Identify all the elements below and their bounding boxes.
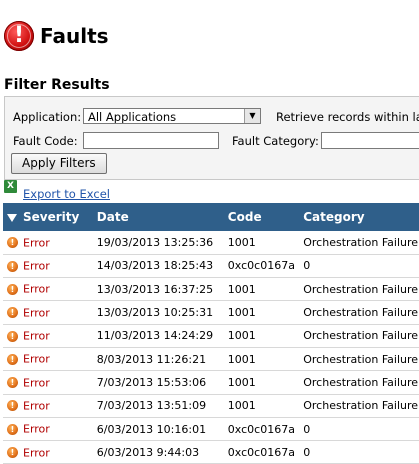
error-icon: ! xyxy=(7,447,18,459)
date-cell: 13/03/2013 16:37:25 xyxy=(96,282,214,296)
table-row[interactable]: ! Error 7/03/2013 13:51:09 1001 Orchestratio… xyxy=(3,394,419,418)
code-cell: 1001 xyxy=(227,352,256,366)
error-icon: ! xyxy=(7,423,18,435)
faults-table: Severity Date Code Category ! Error 19/03/… xyxy=(3,203,419,464)
table-row[interactable]: ! Error 7/03/2013 15:53:06 1001 Orchestratio… xyxy=(3,371,419,395)
fault-category-input[interactable] xyxy=(321,132,419,149)
category-cell: 0 xyxy=(303,259,311,273)
export-to-excel-link[interactable]: Export to Excel xyxy=(23,187,110,201)
chevron-down-icon[interactable]: ▼ xyxy=(244,109,260,123)
severity-text: Error xyxy=(23,399,50,413)
severity-cell: ! Error xyxy=(3,324,97,347)
filter-panel: Application: All Applications ▼ Retrieve… xyxy=(4,96,419,180)
date-cell: 7/03/2013 15:53:06 xyxy=(96,375,207,389)
column-header-date[interactable]: Date xyxy=(97,203,228,231)
severity-text: Error xyxy=(23,352,50,366)
category-cell: Orchestration Failure xyxy=(303,235,419,249)
column-header-category[interactable]: Category xyxy=(303,203,419,231)
sort-down-icon[interactable] xyxy=(7,213,17,222)
severity-text: Error xyxy=(23,236,50,250)
error-icon: ! xyxy=(7,237,18,249)
code-cell: 0xc0c0167a xyxy=(227,259,295,273)
severity-text: Error xyxy=(23,329,50,343)
code-cell: 1001 xyxy=(227,235,256,249)
severity-cell: ! Error xyxy=(3,394,97,417)
severity-cell: ! Error xyxy=(3,371,97,394)
code-cell: 1001 xyxy=(227,329,256,343)
code-cell: 1001 xyxy=(227,282,256,296)
category-cell: 0 xyxy=(303,422,311,436)
error-icon: ! xyxy=(7,307,18,319)
date-cell: 11/03/2013 14:24:29 xyxy=(96,329,214,343)
table-row[interactable]: ! Error 14/03/2013 18:25:43 0xc0c0167a 0 xyxy=(3,254,419,278)
severity-cell: ! Error xyxy=(3,347,97,370)
category-cell: Orchestration Failure xyxy=(303,375,419,389)
table-row[interactable]: ! Error 6/03/2013 9:44:03 0xc0c0167a 0 xyxy=(3,441,419,464)
severity-text: Error xyxy=(23,376,50,390)
table-row[interactable]: ! Error 8/03/2013 11:26:21 1001 Orchestratio… xyxy=(3,347,419,371)
date-cell: 7/03/2013 13:51:09 xyxy=(96,399,207,413)
table-row[interactable]: ! Error 19/03/2013 13:25:36 1001 Orchestrati… xyxy=(3,231,419,255)
fault-exclamation-icon: ! xyxy=(4,21,34,51)
error-icon: ! xyxy=(7,377,18,389)
application-select[interactable]: All Applications ▼ xyxy=(83,108,261,124)
fault-code-input[interactable] xyxy=(83,132,219,149)
table-row[interactable]: ! Error 13/03/2013 16:37:25 1001 Orchestrati… xyxy=(3,278,419,301)
code-cell: 1001 xyxy=(227,399,256,413)
severity-text: Error xyxy=(23,282,50,296)
severity-cell: ! Error xyxy=(3,301,97,324)
date-cell: 6/03/2013 10:16:01 xyxy=(96,422,207,436)
date-cell: 19/03/2013 13:25:36 xyxy=(96,235,214,249)
severity-text: Error xyxy=(23,259,50,273)
fault-category-label: Fault Category: xyxy=(232,134,319,148)
error-icon: ! xyxy=(7,260,18,272)
category-cell: 0 xyxy=(303,445,311,459)
excel-icon[interactable]: X xyxy=(4,179,17,193)
code-cell: 0xc0c0167a xyxy=(227,422,295,436)
date-cell: 14/03/2013 18:25:43 xyxy=(96,259,214,273)
table-header-row: Severity Date Code Category xyxy=(3,203,419,231)
severity-text: Error xyxy=(23,422,50,436)
severity-cell: ! Error xyxy=(3,441,97,464)
table-row[interactable]: ! Error 11/03/2013 14:24:29 1001 Orchestrati… xyxy=(3,324,419,348)
application-label: Application: xyxy=(13,110,82,124)
severity-cell: ! Error xyxy=(3,417,97,440)
error-icon: ! xyxy=(7,353,18,365)
date-cell: 8/03/2013 11:26:21 xyxy=(96,352,207,366)
page-title: Faults xyxy=(40,24,109,48)
apply-filters-button[interactable]: Apply Filters xyxy=(11,153,107,174)
error-icon: ! xyxy=(7,400,18,412)
page-header: ! Faults xyxy=(4,18,109,54)
category-cell: Orchestration Failure xyxy=(303,399,419,413)
application-select-value: All Applications xyxy=(88,110,177,124)
error-icon: ! xyxy=(7,283,18,295)
table-row[interactable]: ! Error 6/03/2013 10:16:01 0xc0c0167a 0 xyxy=(3,417,419,441)
severity-cell: ! Error xyxy=(3,278,97,301)
fault-code-label: Fault Code: xyxy=(13,134,78,148)
date-cell: 6/03/2013 9:44:03 xyxy=(96,445,200,459)
category-cell: Orchestration Failure xyxy=(303,329,419,343)
table-row[interactable]: ! Error 13/03/2013 10:25:31 1001 Orchestrati… xyxy=(3,301,419,325)
code-cell: 0xc0c0167a xyxy=(227,445,295,459)
code-cell: 1001 xyxy=(227,306,256,320)
category-cell: Orchestration Failure xyxy=(303,282,419,296)
severity-text: Error xyxy=(23,306,50,320)
date-cell: 13/03/2013 10:25:31 xyxy=(96,306,214,320)
category-cell: Orchestration Failure xyxy=(303,352,419,366)
retrieve-label: Retrieve records within last xyxy=(276,110,419,124)
filter-section-title: Filter Results xyxy=(4,77,110,93)
export-to-excel[interactable]: X Export to Excel xyxy=(4,179,110,201)
error-icon: ! xyxy=(7,330,18,342)
severity-cell: ! Error xyxy=(3,254,97,277)
category-cell: Orchestration Failure xyxy=(303,306,419,320)
severity-cell: ! Error xyxy=(3,231,97,254)
column-header-code[interactable]: Code xyxy=(228,203,303,231)
severity-text: Error xyxy=(23,446,50,460)
code-cell: 1001 xyxy=(227,375,256,389)
column-header-severity[interactable]: Severity xyxy=(3,203,97,231)
